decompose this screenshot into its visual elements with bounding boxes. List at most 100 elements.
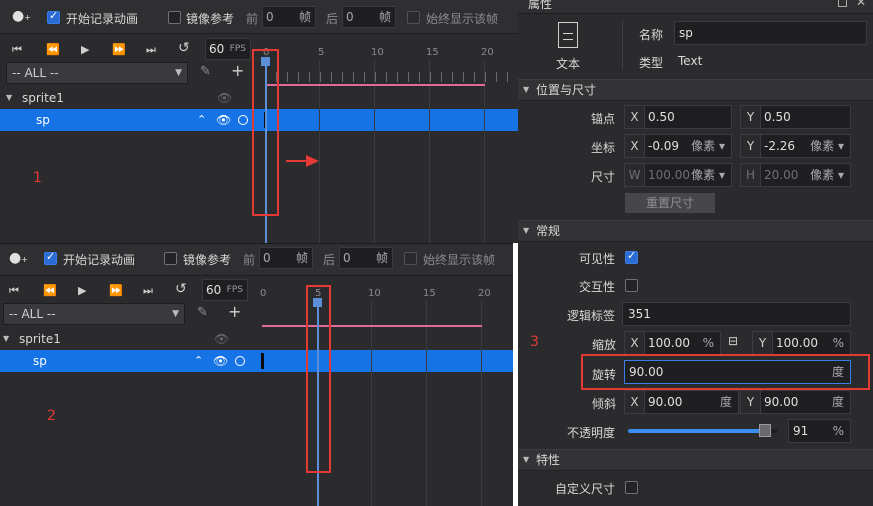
ruler-tick-label: 15 (426, 47, 439, 58)
record-checkbox[interactable] (47, 9, 60, 24)
playhead-handle[interactable] (313, 298, 322, 307)
play-icon[interactable]: ▶ (78, 284, 86, 297)
opacity-slider-thumb[interactable] (758, 424, 771, 437)
fps-input[interactable]: 60 FPS (205, 38, 251, 60)
playhead-line[interactable] (265, 60, 267, 243)
keyframe-marker[interactable] (261, 353, 264, 369)
chevron-up-icon[interactable]: ⌃ (194, 350, 203, 372)
node-type-label: 文本 (556, 57, 581, 71)
scale-label: 缩放 (592, 338, 617, 352)
first-frame-icon[interactable]: ⏮ (9, 284, 19, 298)
anchor-y-field[interactable]: Y 0.50 (740, 105, 851, 129)
always-show-checkbox[interactable] (404, 252, 417, 265)
pencil-icon[interactable]: ✎ (197, 305, 208, 320)
range-bar (262, 325, 482, 327)
next-frames-input[interactable]: 0 帧 (339, 247, 393, 269)
step-label-2: 2 (47, 408, 56, 424)
lock-circle-icon[interactable] (238, 115, 248, 125)
opacity-input[interactable]: 91% (788, 419, 851, 443)
last-frame-icon[interactable]: ⏭ (146, 43, 156, 57)
properties-panel: 属性 ✕ 文本 名称 sp 类型 Text ▼ 位置与尺寸 锚点 X 0.50 Y0… (518, 0, 873, 506)
name-label: 名称 (639, 28, 664, 42)
loop-icon[interactable]: ↺ (175, 281, 187, 297)
prev-frames-input[interactable]: 0 帧 (259, 247, 313, 269)
last-frame-icon[interactable]: ⏭ (143, 284, 153, 298)
text-document-icon (558, 22, 578, 48)
tree-row-sprite1[interactable]: ▼ sprite1 👁 (0, 328, 252, 350)
mirror-checkbox[interactable] (164, 252, 177, 265)
eye-icon[interactable]: 👁 (216, 109, 231, 131)
size-w-field[interactable]: W 100.00 像素 ▾ (624, 163, 732, 187)
anchor-x-field[interactable]: X 0.50 (624, 105, 732, 129)
playhead-line[interactable] (317, 301, 319, 506)
arrow-annotation (286, 160, 308, 162)
chevron-up-icon[interactable]: ⌃ (197, 109, 206, 131)
eye-icon[interactable]: 👁 (217, 87, 232, 109)
next-frame-icon[interactable]: ⏩ (109, 284, 123, 297)
next-frames-input[interactable]: 0 帧 (342, 6, 396, 28)
section-position-size[interactable]: ▼ 位置与尺寸 (518, 79, 873, 101)
ruler-tick-label: 5 (318, 47, 325, 58)
interact-checkbox[interactable] (625, 279, 638, 292)
playhead-handle[interactable] (261, 57, 270, 66)
logic-tag-input[interactable]: 351 (622, 302, 851, 326)
loop-icon[interactable]: ↺ (178, 40, 190, 56)
mirror-checkbox[interactable] (168, 11, 181, 24)
ruler[interactable]: 0 5 10 15 20 (255, 44, 518, 84)
collapse-triangle-icon: ▼ (523, 455, 530, 464)
filter-dropdown[interactable]: -- ALL -- ▼ (6, 62, 188, 84)
always-show-checkbox[interactable] (407, 11, 420, 24)
reset-size-button[interactable]: 重置尺寸 (624, 192, 716, 214)
ruler-tick-label: 10 (368, 288, 381, 299)
skew-y-field[interactable]: Y 90.00 度 (740, 390, 851, 414)
eye-icon[interactable]: 👁 (213, 350, 228, 372)
pencil-icon[interactable]: ✎ (200, 64, 211, 79)
section-features[interactable]: ▼ 特性 (518, 449, 873, 471)
tree-label: sp (36, 113, 50, 127)
coord-y-field[interactable]: Y -2.26 像素 ▾ (740, 134, 851, 158)
add-icon[interactable]: + (231, 61, 244, 80)
divider (622, 20, 623, 70)
section-general[interactable]: ▼ 常规 (518, 220, 873, 242)
skew-x-field[interactable]: X 90.00 度 (624, 390, 739, 414)
tree-row-sp[interactable]: sp ⌃ 👁 (0, 350, 513, 372)
maximize-icon[interactable] (838, 0, 847, 7)
scale-x-field[interactable]: X 100.00% (624, 331, 721, 355)
record-icon[interactable]: ●+ (9, 250, 28, 266)
timeline-panel-after: ●+ 开始记录动画 镜像参考 前 0 帧 后 0 帧 始终显示该帧 ⏮ ⏪ ▶ … (0, 243, 513, 506)
panel-title: 属性 (528, 0, 553, 11)
opacity-slider[interactable] (628, 424, 778, 437)
record-icon[interactable]: ●+ (12, 8, 31, 24)
rotate-input[interactable]: 90.00 度 (624, 360, 851, 384)
name-input[interactable]: sp (674, 21, 867, 45)
tree-row-sprite1[interactable]: ▼ sprite1 👁 (0, 87, 255, 109)
custom-size-checkbox[interactable] (625, 481, 638, 494)
coord-x-field[interactable]: X -0.09 像素 ▾ (624, 134, 732, 158)
filter-dropdown[interactable]: -- ALL -- ▼ (3, 303, 185, 325)
chevron-down-icon: ▼ (175, 68, 182, 78)
step-label-1: 1 (33, 170, 42, 186)
add-icon[interactable]: + (228, 302, 241, 321)
size-h-field[interactable]: H 20.00 像素 ▾ (740, 163, 851, 187)
fps-input[interactable]: 60 FPS (202, 279, 248, 301)
prev-frame-icon[interactable]: ⏪ (46, 43, 60, 56)
visible-checkbox[interactable] (625, 249, 638, 264)
tree-row-sp[interactable]: sp ⌃ 👁 (0, 109, 518, 131)
always-show-label: 始终显示该帧 (423, 253, 496, 267)
grid-line (429, 60, 430, 243)
link-icon[interactable]: ⊟ (728, 334, 738, 348)
prev-frame-icon[interactable]: ⏪ (43, 284, 57, 297)
eye-icon[interactable]: 👁 (214, 328, 229, 350)
first-frame-icon[interactable]: ⏮ (12, 43, 22, 57)
close-icon[interactable]: ✕ (856, 0, 866, 9)
scale-y-field[interactable]: Y 100.00% (752, 331, 851, 355)
play-icon[interactable]: ▶ (81, 43, 89, 56)
prev-frames-input[interactable]: 0 帧 (262, 6, 316, 28)
range-bar (265, 84, 485, 86)
ruler[interactable]: 0 5 10 15 20 (252, 285, 513, 325)
record-checkbox[interactable] (44, 250, 57, 265)
lock-circle-icon[interactable] (235, 356, 245, 366)
next-label: 后 (326, 12, 339, 26)
next-frame-icon[interactable]: ⏩ (112, 43, 126, 56)
properties-title-bar: 属性 ✕ (518, 0, 873, 14)
